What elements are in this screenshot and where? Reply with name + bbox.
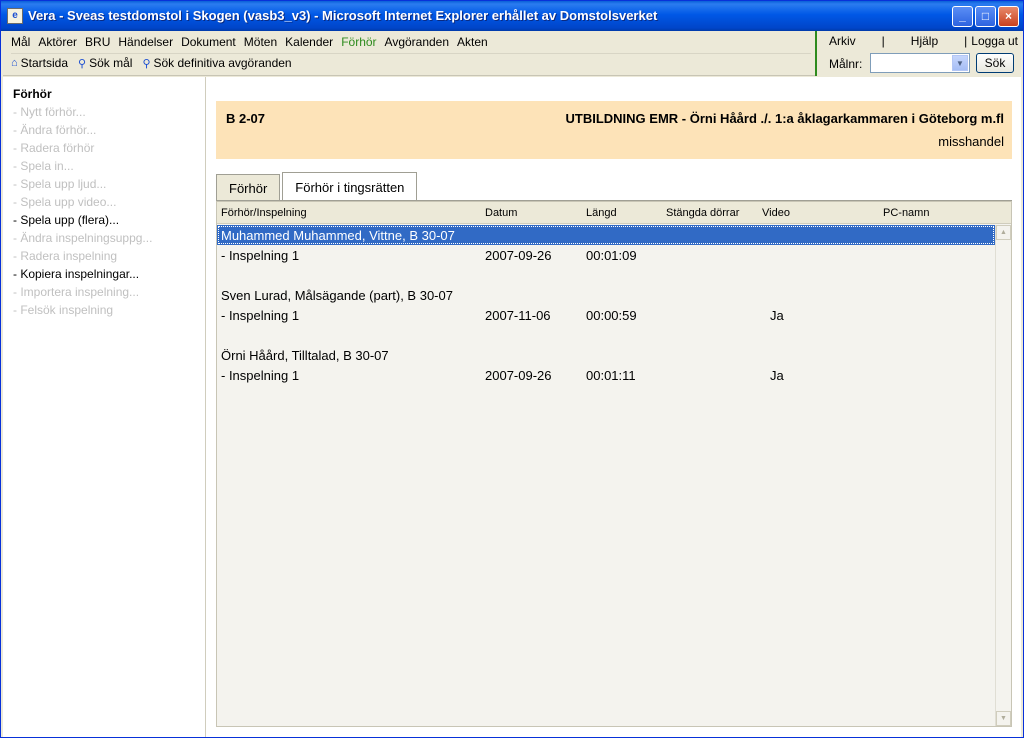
column-header[interactable]: Video bbox=[762, 207, 790, 219]
startsida-link[interactable]: ⌂ Startsida bbox=[11, 56, 68, 70]
column-header[interactable]: Förhör/Inspelning bbox=[221, 207, 307, 219]
sidebar-item: - Felsök inspelning bbox=[13, 303, 114, 317]
sok-avgoranden-label: Sök definitiva avgöranden bbox=[153, 56, 292, 70]
malnr-select[interactable]: ▼ bbox=[870, 53, 970, 73]
table-row[interactable]: - Inspelning 1 2007-09-26 00:01:11 Ja bbox=[217, 365, 995, 385]
sok-mal-label: Sök mål bbox=[89, 56, 133, 70]
hearing-name: Sven Lurad, Målsägande (part), B 30-07 bbox=[221, 288, 453, 303]
table-row[interactable]: - Inspelning 1 2007-11-06 00:00:59 Ja bbox=[217, 305, 995, 325]
quick-links: ⌂ Startsida ⚲ Sök mål ⚲ Sök definitiva a… bbox=[11, 56, 302, 70]
search-icon: ⚲ bbox=[142, 57, 151, 70]
column-header[interactable]: Längd bbox=[586, 207, 617, 219]
sok-avgoranden-link[interactable]: ⚲ Sök definitiva avgöranden bbox=[142, 56, 291, 70]
recording-date: 2007-09-26 bbox=[485, 368, 552, 383]
malnr-label: Målnr: bbox=[829, 57, 863, 71]
sidebar-item: - Spela upp ljud... bbox=[13, 177, 107, 191]
case-number: B 2-07 bbox=[226, 111, 266, 126]
sidebar-title: Förhör bbox=[13, 87, 52, 101]
scroll-up-icon[interactable]: ▲ bbox=[996, 225, 1011, 240]
table-header: Förhör/Inspelning Datum Längd Stängda dö… bbox=[217, 202, 1011, 224]
menu-item[interactable]: Avgöranden bbox=[385, 35, 450, 49]
recording-length: 00:01:11 bbox=[586, 368, 636, 383]
menu-item[interactable]: BRU bbox=[85, 35, 110, 49]
table-row[interactable]: Sven Lurad, Målsägande (part), B 30-07 bbox=[217, 285, 995, 305]
menu-item[interactable]: Möten bbox=[244, 35, 277, 49]
menu-item[interactable]: Kalender bbox=[285, 35, 333, 49]
vertical-scrollbar[interactable]: ▲ ▼ bbox=[995, 225, 1011, 726]
case-type: misshandel bbox=[938, 134, 1004, 149]
recording-name: - Inspelning 1 bbox=[221, 368, 300, 383]
column-header[interactable]: Datum bbox=[485, 207, 517, 219]
sidebar-item: - Ändra förhör... bbox=[13, 123, 97, 137]
case-title: UTBILDNING EMR - Örni Håård ./. 1:a åkla… bbox=[565, 111, 1004, 126]
menu-item[interactable]: Mål bbox=[11, 35, 30, 49]
search-button[interactable]: Sök bbox=[976, 53, 1014, 73]
recording-name: - Inspelning 1 bbox=[221, 248, 300, 263]
recording-video: Ja bbox=[770, 308, 784, 323]
client-area: Förhör - Nytt förhör... - Ändra förhör...… bbox=[3, 77, 1021, 737]
table-row[interactable]: Muhammed Muhammed, Vittne, B 30-07 bbox=[217, 225, 995, 245]
main-content: B 2-07 UTBILDNING EMR - Örni Håård ./. 1… bbox=[207, 77, 1021, 737]
recording-date: 2007-11-06 bbox=[485, 308, 551, 323]
main-menu: Mål Aktörer BRU Händelser Dokument Möten Kalen… bbox=[11, 35, 496, 49]
sidebar-item[interactable]: - Spela upp (flera)... bbox=[13, 213, 205, 231]
column-header[interactable]: Stängda dörrar bbox=[666, 207, 739, 219]
recording-length: 00:01:09 bbox=[586, 248, 637, 263]
sidebar-item[interactable]: - Kopiera inspelningar... bbox=[13, 267, 205, 285]
menu-item[interactable]: Aktörer bbox=[38, 35, 77, 49]
tab-forhor[interactable]: Förhör bbox=[216, 174, 281, 200]
menu-divider bbox=[11, 53, 811, 54]
menu-area: Mål Aktörer BRU Händelser Dokument Möten Kalen… bbox=[3, 31, 1021, 76]
hjalp-link[interactable]: Hjälp bbox=[911, 34, 938, 48]
sidebar-item: - Radera inspelning bbox=[13, 249, 118, 263]
row-spacer bbox=[217, 325, 995, 345]
hearing-name: Örni Håård, Tilltalad, B 30-07 bbox=[221, 348, 389, 363]
sidebar-item: - Importera inspelning... bbox=[13, 285, 140, 299]
arkiv-link[interactable]: Arkiv bbox=[829, 34, 856, 48]
sidebar: Förhör - Nytt förhör... - Ändra förhör...… bbox=[3, 77, 206, 737]
menu-item[interactable]: Akten bbox=[457, 35, 488, 49]
chevron-down-icon[interactable]: ▼ bbox=[952, 55, 968, 71]
maximize-button[interactable]: □ bbox=[975, 6, 996, 27]
minimize-button[interactable]: _ bbox=[952, 6, 973, 27]
recording-length: 00:00:59 bbox=[586, 308, 637, 323]
case-header: B 2-07 UTBILDNING EMR - Örni Håård ./. 1… bbox=[216, 101, 1012, 159]
sok-mal-link[interactable]: ⚲ Sök mål bbox=[78, 56, 132, 70]
close-button[interactable]: × bbox=[998, 6, 1019, 27]
recording-date: 2007-09-26 bbox=[485, 248, 552, 263]
recording-name: - Inspelning 1 bbox=[221, 308, 300, 323]
hearing-name: Muhammed Muhammed, Vittne, B 30-07 bbox=[221, 228, 455, 243]
right-panel: Arkiv | Hjälp | Logga ut Målnr: ▼ Sök bbox=[815, 31, 1021, 76]
menu-item[interactable]: Förhör bbox=[341, 35, 376, 49]
table-row[interactable]: - Inspelning 1 2007-09-26 00:01:09 bbox=[217, 245, 995, 265]
title-bar[interactable]: e Vera - Sveas testdomstol i Skogen (vas… bbox=[1, 1, 1023, 31]
sidebar-item: - Ändra inspelningsuppg... bbox=[13, 231, 153, 245]
startsida-label: Startsida bbox=[20, 56, 69, 70]
sidebar-item: - Radera förhör bbox=[13, 141, 95, 155]
menu-item[interactable]: Dokument bbox=[181, 35, 236, 49]
tab-forhor-tingsratten[interactable]: Förhör i tingsrätten bbox=[282, 172, 418, 200]
window-title: Vera - Sveas testdomstol i Skogen (vasb3… bbox=[28, 8, 658, 23]
browser-window: e Vera - Sveas testdomstol i Skogen (vas… bbox=[0, 0, 1024, 738]
home-icon: ⌂ bbox=[11, 57, 18, 69]
logga-ut-link[interactable]: Logga ut bbox=[971, 34, 1018, 48]
sidebar-item: - Spela upp video... bbox=[13, 195, 117, 209]
top-links: Arkiv | Hjälp | Logga ut bbox=[829, 34, 1019, 48]
scroll-down-icon[interactable]: ▼ bbox=[996, 711, 1011, 726]
menu-item[interactable]: Händelser bbox=[118, 35, 173, 49]
table-body: Muhammed Muhammed, Vittne, B 30-07 - Insp… bbox=[217, 225, 995, 385]
sidebar-item: - Spela in... bbox=[13, 159, 74, 173]
ie-icon: e bbox=[7, 8, 23, 24]
row-spacer bbox=[217, 265, 995, 285]
link-separator: | bbox=[964, 34, 968, 48]
column-header[interactable]: PC-namn bbox=[883, 207, 929, 219]
search-icon: ⚲ bbox=[78, 57, 87, 70]
sidebar-item: - Nytt förhör... bbox=[13, 105, 86, 119]
link-separator: | bbox=[881, 34, 885, 48]
recording-video: Ja bbox=[770, 368, 784, 383]
tab-strip: Förhör Förhör i tingsrätten bbox=[216, 172, 419, 200]
recordings-table: Förhör/Inspelning Datum Längd Stängda dö… bbox=[216, 201, 1012, 727]
table-row[interactable]: Örni Håård, Tilltalad, B 30-07 bbox=[217, 345, 995, 365]
